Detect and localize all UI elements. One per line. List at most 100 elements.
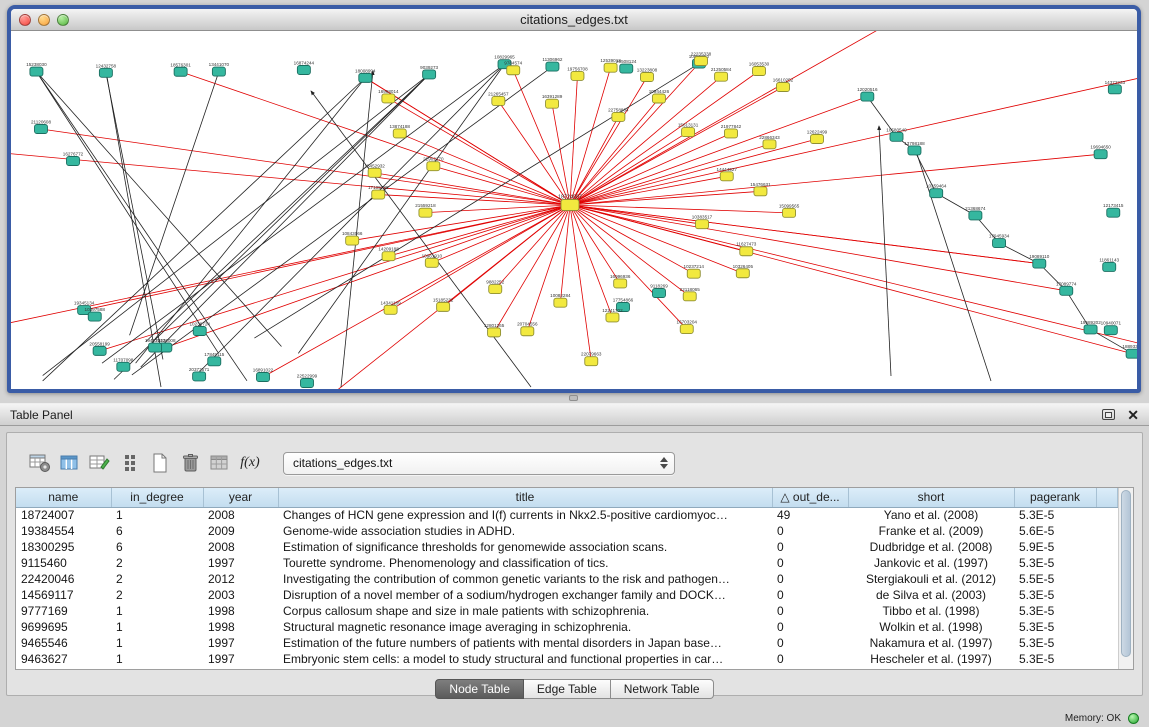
graph-node-shape[interactable] [507, 66, 520, 75]
table-cell[interactable]: 1 [111, 603, 203, 619]
close-panel-icon[interactable]: ✕ [1127, 408, 1139, 422]
minimize-window-button[interactable] [38, 14, 50, 26]
graph-node[interactable]: 21250584 [711, 67, 732, 81]
graph-node-shape[interactable] [346, 236, 359, 245]
graph-node-shape[interactable] [492, 96, 505, 105]
graph-node[interactable]: 16891022 [253, 368, 274, 382]
table-cell[interactable]: 5.3E-5 [1014, 619, 1096, 635]
graph-edge[interactable] [498, 101, 570, 205]
graph-node-shape[interactable] [208, 357, 221, 366]
graph-node-shape[interactable] [585, 357, 598, 366]
graph-edge[interactable] [43, 74, 429, 375]
graph-node-shape[interactable] [783, 208, 796, 217]
graph-node[interactable]: 17089774 [1056, 281, 1077, 295]
graph-edge[interactable] [570, 144, 769, 205]
new-file-button[interactable] [145, 449, 175, 477]
graph-node-shape[interactable] [740, 247, 753, 256]
graph-node-shape[interactable] [682, 128, 695, 137]
graph-node-shape[interactable] [67, 157, 80, 166]
graph-node[interactable]: 11306962 [542, 57, 563, 71]
table-cell[interactable]: 9699695 [16, 619, 111, 635]
table-cell[interactable]: 6 [111, 523, 203, 539]
graph-node-shape[interactable] [99, 68, 112, 77]
graph-node-shape[interactable] [546, 62, 559, 71]
table-cell[interactable]: 1 [111, 635, 203, 651]
table-cell[interactable]: 22420046 [16, 571, 111, 587]
table-cell[interactable]: 5.9E-5 [1014, 539, 1096, 555]
graph-node-shape[interactable] [1033, 259, 1046, 268]
table-cell[interactable]: 18300295 [16, 539, 111, 555]
graph-edge[interactable] [391, 205, 570, 310]
graph-edge[interactable] [552, 104, 570, 205]
table-cell[interactable]: Structural magnetic resonance image aver… [278, 619, 772, 635]
graph-edge[interactable] [570, 205, 1133, 354]
table-cell[interactable]: 0 [772, 555, 848, 571]
graph-node-shape[interactable] [297, 66, 310, 75]
edit-table-button[interactable] [85, 449, 115, 477]
tab-edge-table[interactable]: Edge Table [524, 679, 611, 699]
window-titlebar[interactable]: citations_edges.txt [11, 9, 1137, 31]
graph-node-shape[interactable] [93, 346, 106, 355]
graph-edge[interactable] [570, 139, 817, 205]
graph-node[interactable]: 16610252 [773, 78, 794, 92]
table-cell[interactable]: 14569117 [16, 587, 111, 603]
graph-node-shape[interactable] [193, 372, 206, 381]
table-row[interactable]: 977716911998Corpus callosum shape and si… [16, 603, 1118, 619]
graph-node-shape[interactable] [811, 135, 824, 144]
table-cell[interactable]: Dudbridge et al. (2008) [848, 539, 1014, 555]
table-cell[interactable]: 5.3E-5 [1014, 587, 1096, 603]
table-cell[interactable]: Tibbo et al. (1998) [848, 603, 1014, 619]
graph-node[interactable]: 10239724 [190, 321, 211, 335]
graph-node[interactable]: 10940071 [1101, 321, 1122, 335]
table-cell[interactable]: 5.5E-5 [1014, 571, 1096, 587]
graph-edge[interactable] [263, 205, 570, 377]
graph-node-shape[interactable] [890, 132, 903, 141]
graph-node-shape[interactable] [571, 71, 584, 80]
graph-node-shape[interactable] [35, 125, 48, 134]
graph-node-shape[interactable] [696, 220, 709, 229]
graph-edge[interactable] [165, 205, 570, 348]
graph-edge[interactable] [570, 77, 647, 205]
table-cell[interactable]: 0 [772, 635, 848, 651]
graph-node[interactable]: 22522999 [297, 374, 318, 388]
graph-node[interactable]: 19694650 [1090, 145, 1111, 159]
close-window-button[interactable] [19, 14, 31, 26]
table-cell[interactable]: 5.3E-5 [1014, 635, 1096, 651]
zoom-window-button[interactable] [57, 14, 69, 26]
graph-edge[interactable] [879, 126, 891, 376]
table-cell[interactable]: 2008 [203, 539, 278, 555]
graph-node-shape[interactable] [257, 373, 270, 382]
graph-node[interactable]: 10961910 [422, 253, 443, 267]
graph-node[interactable]: 16874244 [294, 61, 315, 75]
graph-node-shape[interactable] [861, 92, 874, 101]
graph-node-shape[interactable] [359, 73, 372, 82]
row-mode-button[interactable] [115, 449, 145, 477]
graph-node[interactable]: 18724007 [558, 195, 582, 211]
column-header[interactable]: name [16, 488, 111, 507]
graph-edge[interactable] [494, 205, 570, 332]
graph-node-shape[interactable] [680, 325, 693, 334]
graph-node[interactable]: 14444927 [717, 167, 738, 181]
table-cell[interactable]: 0 [772, 539, 848, 555]
table-cell[interactable]: 5.6E-5 [1014, 523, 1096, 539]
graph-edge[interactable] [432, 205, 570, 263]
graph-node-shape[interactable] [754, 187, 767, 196]
graph-node-shape[interactable] [715, 72, 728, 81]
graph-node[interactable]: 15476631 [750, 182, 771, 196]
table-cell[interactable]: 2009 [203, 523, 278, 539]
graph-node-shape[interactable] [614, 279, 627, 288]
graph-node-shape[interactable] [604, 63, 617, 72]
import-table-button[interactable] [205, 449, 235, 477]
graph-node-shape[interactable] [368, 168, 381, 177]
graph-node-shape[interactable] [372, 190, 385, 199]
graph-node[interactable]: 10082284 [550, 293, 571, 307]
graph-edge[interactable] [102, 64, 505, 363]
graph-node[interactable]: 21559218 [415, 203, 436, 217]
table-cell[interactable]: Disruption of a novel member of a sodium… [278, 587, 772, 603]
table-cell[interactable]: Stergiakouli et al. (2012) [848, 571, 1014, 587]
table-cell[interactable]: 18724007 [16, 507, 111, 523]
graph-node-shape[interactable] [930, 189, 943, 198]
graph-node[interactable]: 13441070 [209, 62, 230, 76]
table-cell[interactable]: 1997 [203, 635, 278, 651]
graph-node-shape[interactable] [687, 269, 700, 278]
